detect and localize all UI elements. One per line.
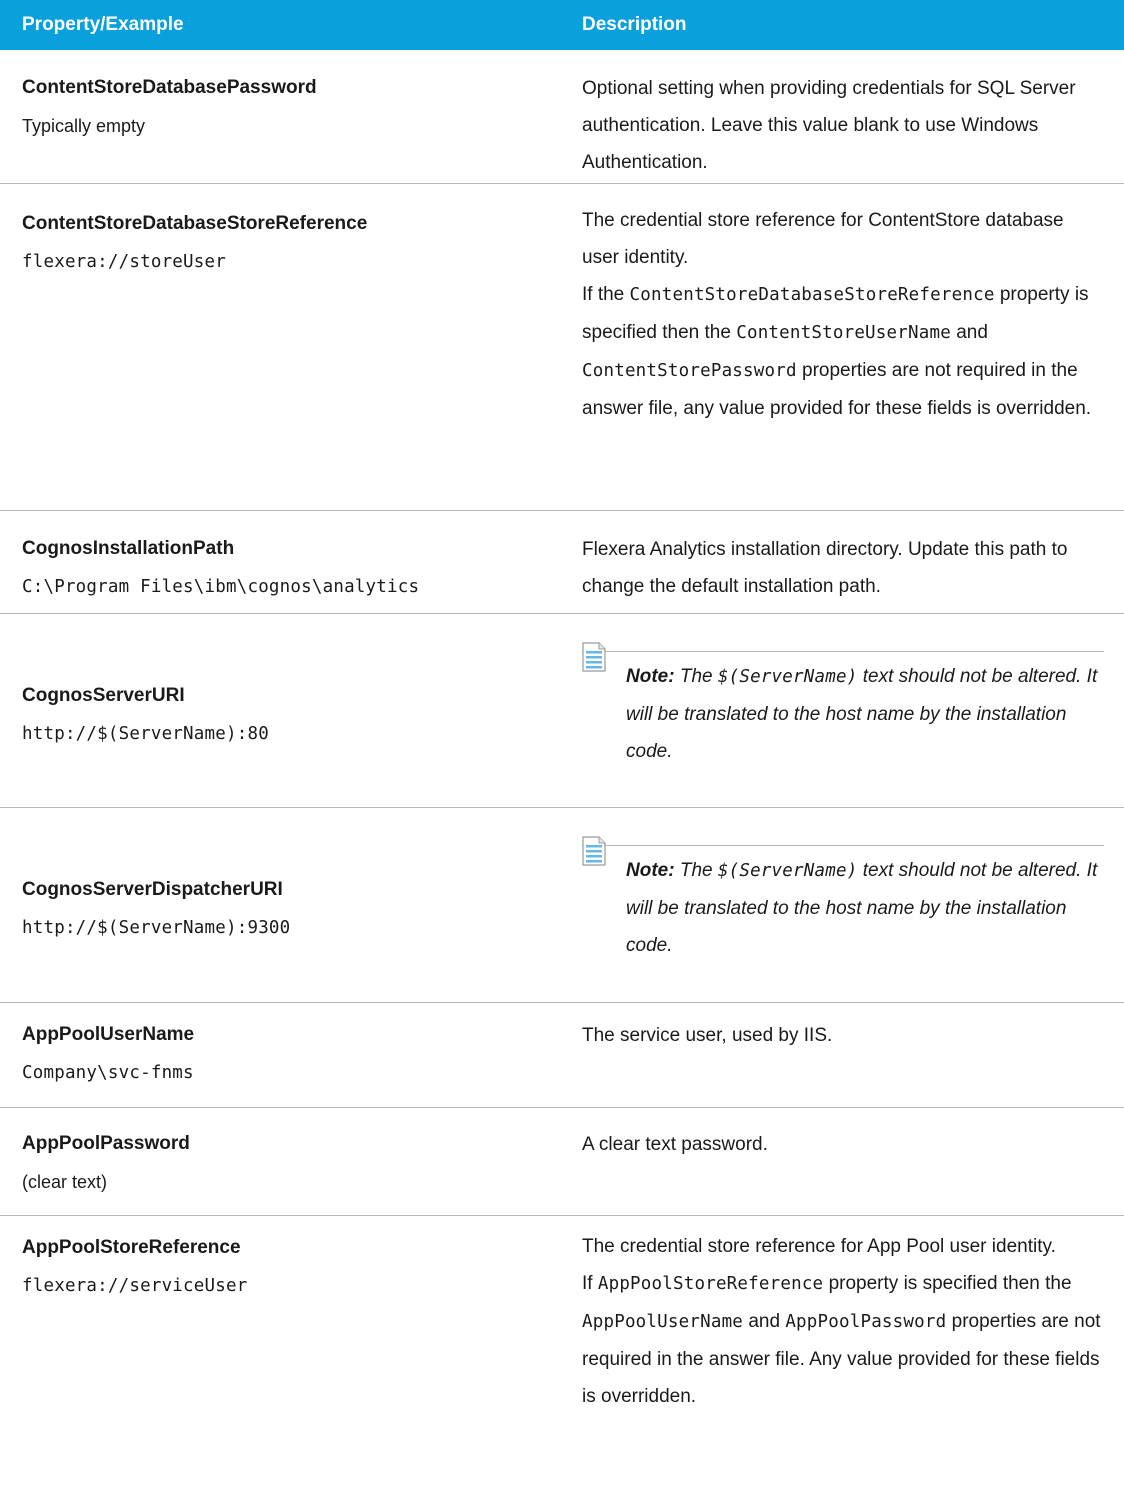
code-text: $(ServerName) [717,667,858,687]
property-example: (clear text) [22,1172,108,1192]
description-cell: The credential store reference for Conte… [562,184,1124,510]
description-text: A clear text password. [582,1134,768,1155]
note-callout: Note: The $(ServerName) text should not … [582,836,1104,964]
property-name: AppPoolUserName [22,1024,195,1045]
description-cell: The service user, used by IIS. [562,1003,1124,1107]
property-name: CognosServerDispatcherURI [22,879,283,900]
property-cell: CognosServerDispatcherURI http://$(Serve… [0,808,562,1002]
property-name: ContentStoreDatabaseStoreReference [22,213,368,234]
description-cell: Note: The $(ServerName) text should not … [562,808,1124,1002]
code-text: AppPoolUserName [582,1312,744,1332]
property-name: AppPoolStoreReference [22,1237,241,1258]
code-text: ContentStoreDatabaseStoreReference [629,285,995,305]
table-row: CognosInstallationPath C:\Program Files\… [0,511,1124,614]
table-row: AppPoolStoreReference flexera://serviceU… [0,1216,1124,1491]
code-text: AppPoolPassword [785,1312,947,1332]
note-text: Note: The $(ServerName) text should not … [626,860,1098,956]
header-description: Description [582,14,687,35]
property-name: CognosInstallationPath [22,538,235,559]
property-cell: AppPoolStoreReference flexera://serviceU… [0,1216,562,1491]
table-row: CognosServerDispatcherURI http://$(Serve… [0,808,1124,1003]
property-example: Typically empty [22,116,146,136]
property-cell: CognosInstallationPath C:\Program Files\… [0,511,562,613]
code-text: AppPoolStoreReference [597,1274,824,1294]
table-row: ContentStoreDatabasePassword Typically e… [0,50,1124,184]
note-text: Note: The $(ServerName) text should not … [626,666,1098,762]
property-example: Company\svc-fnms [22,1063,194,1083]
description-text: The service user, used by IIS. [582,1025,833,1046]
property-example: flexera://storeUser [22,252,226,272]
property-example: flexera://serviceUser [22,1276,248,1296]
code-text: ContentStorePassword [582,361,797,381]
table-header: Property/Example Description [0,0,1124,50]
note-icon [582,836,606,866]
property-example: http://$(ServerName):80 [22,724,269,744]
code-text: ContentStoreUserName [736,323,951,343]
description-cell: A clear text password. [562,1108,1124,1215]
property-cell: CognosServerURI http://$(ServerName):80 [0,614,562,807]
code-text: $(ServerName) [717,861,858,881]
description-cell: Optional setting when providing credenti… [562,50,1124,183]
description-text: If AppPoolStoreReference property is spe… [582,1273,1101,1407]
property-name: ContentStoreDatabasePassword [22,77,317,98]
properties-table: Property/Example Description ContentStor… [0,0,1124,1491]
description-text: The credential store reference for Conte… [582,210,1064,268]
description-cell: Note: The $(ServerName) text should not … [562,614,1124,807]
description-text: If the ContentStoreDatabaseStoreReferenc… [582,284,1092,419]
description-text: Flexera Analytics installation directory… [582,539,1068,597]
table-row: AppPoolUserName Company\svc-fnms The ser… [0,1003,1124,1108]
description-cell: The credential store reference for App P… [562,1216,1124,1491]
table-row: AppPoolPassword (clear text) A clear tex… [0,1108,1124,1216]
property-name: CognosServerURI [22,685,185,706]
description-text: Optional setting when providing credenti… [582,78,1076,173]
property-cell: AppPoolPassword (clear text) [0,1108,562,1215]
note-callout: Note: The $(ServerName) text should not … [582,642,1104,770]
description-cell: Flexera Analytics installation directory… [562,511,1124,613]
description-text: The credential store reference for App P… [582,1236,1056,1257]
header-property-example: Property/Example [22,14,184,35]
note-icon [582,642,606,672]
table-row: ContentStoreDatabaseStoreReference flexe… [0,184,1124,511]
property-example: http://$(ServerName):9300 [22,918,291,938]
property-example: C:\Program Files\ibm\cognos\analytics [22,577,420,597]
property-cell: ContentStoreDatabasePassword Typically e… [0,50,562,183]
table-row: CognosServerURI http://$(ServerName):80 … [0,614,1124,808]
property-cell: AppPoolUserName Company\svc-fnms [0,1003,562,1107]
property-cell: ContentStoreDatabaseStoreReference flexe… [0,184,562,510]
property-name: AppPoolPassword [22,1133,190,1154]
